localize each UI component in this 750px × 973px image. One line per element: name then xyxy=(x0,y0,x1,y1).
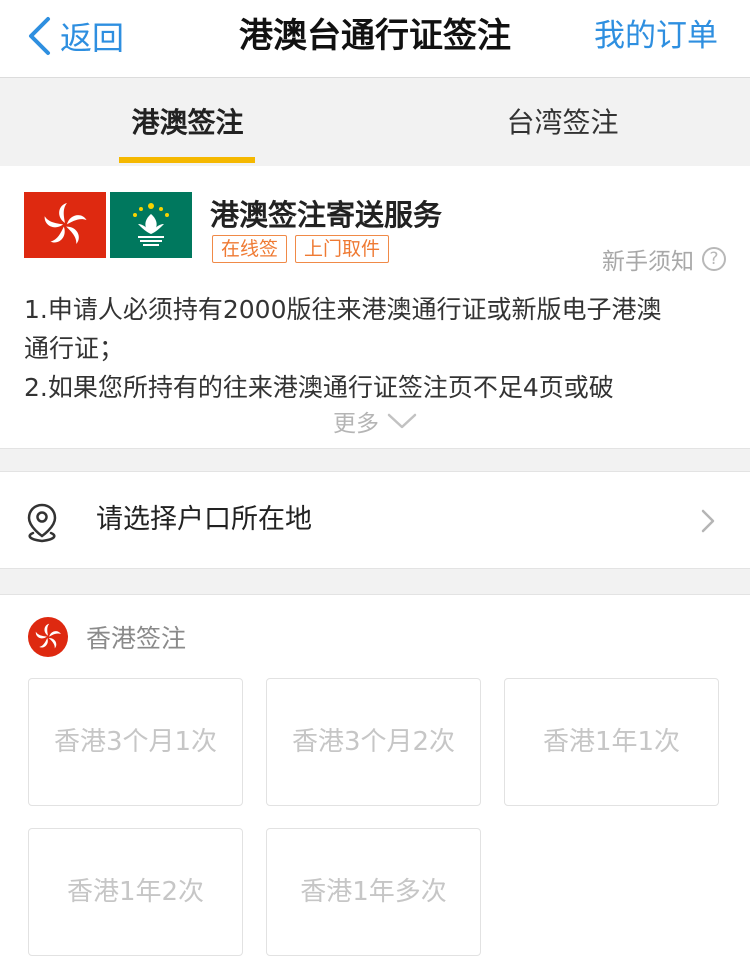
tag-online-sign: 在线签 xyxy=(212,235,288,263)
my-orders-button[interactable]: 我的订单 xyxy=(594,12,718,60)
service-title: 港澳签注寄送服务 xyxy=(210,198,443,232)
guide-label: 新手须知 xyxy=(602,249,694,275)
service-tags: 在线签 上门取件 xyxy=(212,235,390,263)
tab-taiwan[interactable]: 台湾签注 xyxy=(375,79,750,166)
more-label: 更多 xyxy=(333,411,379,437)
macau-flag-icon xyxy=(110,192,192,258)
location-pin-icon xyxy=(27,503,57,543)
back-button[interactable]: 返回 xyxy=(26,12,124,60)
chevron-right-icon xyxy=(701,509,715,533)
visa-option[interactable]: 香港3个月2次 xyxy=(266,678,481,806)
chevron-left-icon xyxy=(29,17,50,55)
household-location-selector[interactable]: 请选择户口所在地 xyxy=(0,471,750,569)
hong-kong-flag-icon xyxy=(24,192,106,258)
visa-option[interactable]: 香港1年1次 xyxy=(504,678,719,806)
beginner-guide-link[interactable]: 新手须知 ? xyxy=(602,242,726,276)
back-label: 返回 xyxy=(60,19,125,57)
tag-door-pickup: 上门取件 xyxy=(295,235,390,263)
visa-option[interactable]: 香港1年2次 xyxy=(28,828,243,956)
visa-option[interactable]: 香港3个月1次 xyxy=(28,678,243,806)
question-circle-icon: ? xyxy=(702,247,726,271)
visa-section-title: 香港签注 xyxy=(86,624,187,653)
hong-kong-visa-section: 香港签注 香港3个月1次 香港3个月2次 香港1年1次 香港1年2次 香港1年多… xyxy=(0,594,750,973)
tab-label: 台湾签注 xyxy=(506,106,619,139)
location-label: 请选择户口所在地 xyxy=(96,504,312,535)
notice-line: 1.申请人必须持有2000版往来港澳通行证或新版电子港澳 xyxy=(24,295,662,324)
tab-active-indicator xyxy=(119,157,255,163)
tab-bar: 港澳签注 台湾签注 xyxy=(0,79,750,166)
notice-line: 2.如果您所持有的往来港澳通行证签注页不足4页或破 xyxy=(24,373,614,402)
nav-bar: 返回 港澳台通行证签注 我的订单 xyxy=(0,0,750,78)
tab-label: 港澳签注 xyxy=(131,106,244,139)
bauhinia-icon xyxy=(28,617,68,657)
chevron-down-icon xyxy=(387,413,417,429)
service-notice: 1.申请人必须持有2000版往来港澳通行证或新版电子港澳 通行证； 2.如果您所… xyxy=(24,290,734,407)
expand-more-button[interactable]: 更多 xyxy=(0,404,750,438)
tab-hk-macau[interactable]: 港澳签注 xyxy=(0,79,375,166)
visa-section-header: 香港签注 xyxy=(28,617,186,657)
notice-line: 通行证； xyxy=(24,334,125,363)
service-card: 港澳签注寄送服务 在线签 上门取件 新手须知 ? 1.申请人必须持有2000版往… xyxy=(0,166,750,449)
visa-option[interactable]: 香港1年多次 xyxy=(266,828,481,956)
